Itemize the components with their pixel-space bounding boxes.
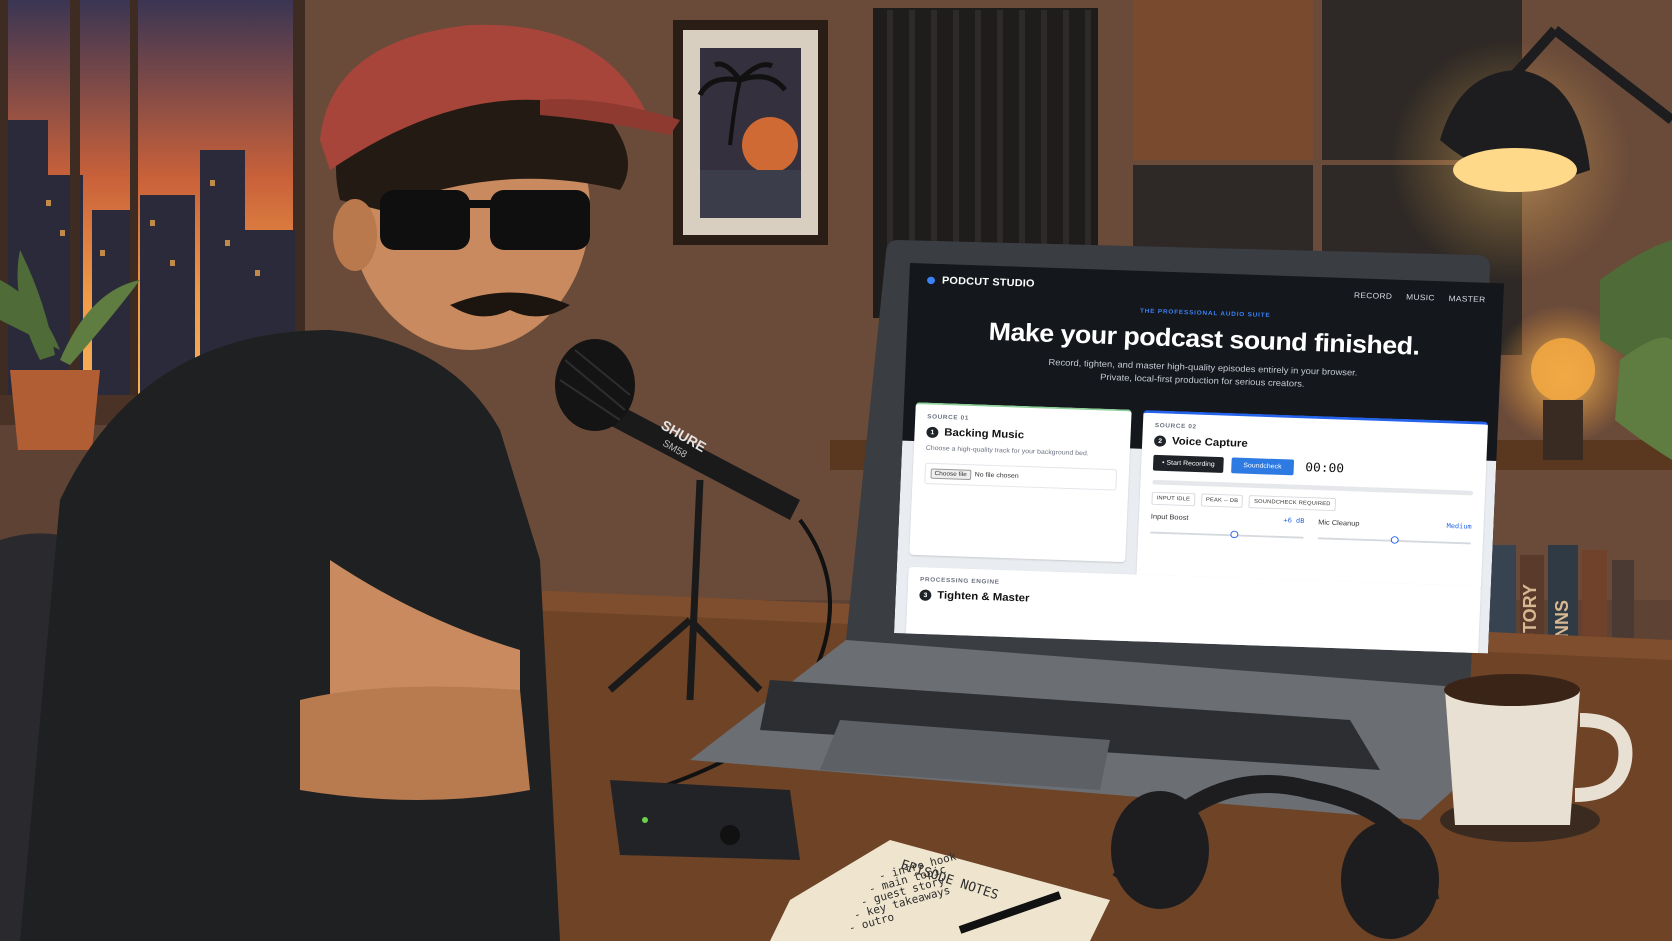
input-boost-slider[interactable] — [1150, 530, 1304, 539]
step-badge: 2 — [1153, 435, 1167, 447]
brand-name: PODCUT STUDIO — [941, 275, 1035, 290]
card-description: Choose a high-quality track for your bac… — [925, 445, 1089, 458]
voice-capture-card: SOURCE 02 2 Voice Capture • Start Record… — [1136, 409, 1489, 591]
choose-file-button[interactable]: Choose file — [930, 468, 971, 480]
input-boost-handle[interactable] — [1230, 530, 1239, 539]
card-kicker: SOURCE 01 — [927, 413, 970, 422]
input-boost-header: Input Boost +6 dB — [1151, 512, 1305, 526]
mic-cleanup-label: Mic Cleanup — [1318, 517, 1360, 528]
framed-poster — [673, 20, 828, 245]
mic-cleanup-control: Mic Cleanup Medium — [1317, 518, 1472, 545]
status-badge-peak: PEAK -- DB — [1200, 493, 1244, 508]
status-pills: INPUT IDLE PEAK -- DB SOUNDCHECK REQUIRE… — [1151, 491, 1472, 516]
mic-cleanup-header: Mic Cleanup Medium — [1318, 518, 1472, 532]
recording-timer: 00:00 — [1304, 460, 1345, 477]
music-file-input[interactable]: Choose file No file chosen — [924, 462, 1118, 491]
input-boost-value: +6 dB — [1283, 516, 1305, 525]
record-controls: • Start Recording Soundcheck 00:00 — [1152, 454, 1474, 482]
brand[interactable]: PODCUT STUDIO — [926, 275, 1035, 290]
status-badge-soundcheck: SOUNDCHECK REQUIRED — [1248, 495, 1336, 512]
voice-sliders: Input Boost +6 dB Mic Cleanup Medium — [1150, 512, 1472, 545]
mic-cleanup-value: Medium — [1446, 522, 1472, 531]
nav-link-record[interactable]: RECORD — [1354, 290, 1393, 301]
start-recording-button[interactable]: • Start Recording — [1152, 454, 1224, 473]
card-title: Voice Capture — [1171, 435, 1248, 450]
soundcheck-button[interactable]: Soundcheck — [1231, 457, 1294, 476]
input-boost-label: Input Boost — [1150, 512, 1189, 522]
step-badge: 3 — [919, 589, 932, 601]
scene: STORY SNNS SHURE SM58 EPISODE NOTES - in… — [0, 0, 1672, 941]
nav-links: RECORD MUSIC MASTER — [1354, 290, 1486, 304]
nav-link-music[interactable]: MUSIC — [1406, 292, 1435, 302]
audio-interface — [610, 780, 800, 860]
backing-music-card: SOURCE 01 1 Backing Music Choose a high-… — [909, 402, 1132, 563]
laptop-screen: PODCUT STUDIO RECORD MUSIC MASTER THE PR… — [894, 263, 1504, 654]
step-badge: 1 — [926, 426, 939, 439]
input-boost-control: Input Boost +6 dB — [1150, 512, 1305, 539]
card-title: Tighten & Master — [937, 590, 1030, 605]
card-title-row: 2 Voice Capture — [1153, 435, 1475, 457]
brand-dot-icon — [926, 276, 936, 285]
mic-cleanup-slider[interactable] — [1317, 536, 1471, 545]
card-title-row: 1 Backing Music — [926, 426, 1119, 445]
card-title: Backing Music — [944, 427, 1025, 442]
status-badge-input: INPUT IDLE — [1151, 491, 1196, 507]
nav-link-master[interactable]: MASTER — [1448, 294, 1485, 305]
mic-cleanup-handle[interactable] — [1390, 536, 1399, 544]
file-status: No file chosen — [974, 471, 1019, 480]
